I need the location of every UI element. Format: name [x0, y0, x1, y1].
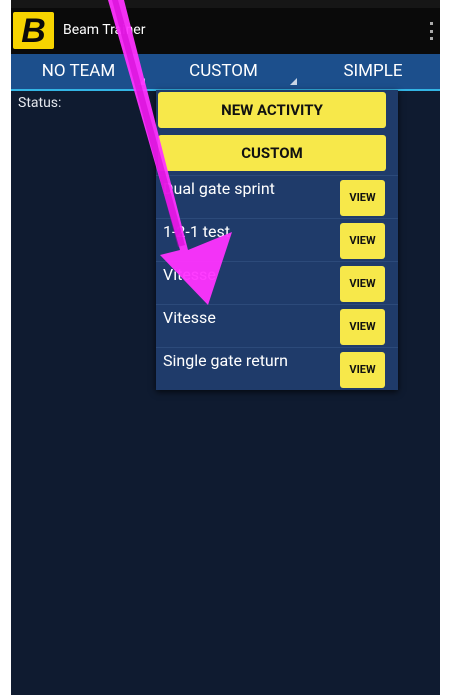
- tab-label: NO TEAM: [41, 61, 116, 81]
- tab-bar: NO TEAM CUSTOM SIMPLE: [11, 54, 440, 91]
- activity-name: Single gate return: [163, 351, 288, 370]
- tab-custom[interactable]: CUSTOM: [156, 54, 291, 89]
- beam-logo-icon[interactable]: B: [13, 12, 54, 49]
- list-item[interactable]: Vitesse VIEW: [156, 304, 398, 348]
- list-item[interactable]: Single gate return VIEW: [156, 347, 398, 391]
- status-bar: [11, 0, 440, 8]
- phone-screen: B Beam Trainer NO TEAM CUSTOM SIMPLE Sta…: [11, 0, 440, 695]
- activity-dropdown: NEW ACTIVITY CUSTOM Dual gate sprint VIE…: [156, 90, 398, 390]
- overflow-menu-icon[interactable]: [428, 22, 434, 40]
- action-bar: B Beam Trainer: [11, 8, 440, 54]
- list-item[interactable]: 1-2-1 test VIEW: [156, 218, 398, 262]
- activity-name: 1-2-1 test: [163, 222, 230, 241]
- tab-label: CUSTOM: [189, 61, 258, 81]
- tab-simple[interactable]: SIMPLE: [306, 54, 440, 89]
- tab-label: SIMPLE: [343, 61, 403, 81]
- activity-name: Vitesse: [163, 265, 216, 284]
- tab-no-team[interactable]: NO TEAM: [11, 54, 146, 89]
- activity-name: Vitesse: [163, 308, 216, 327]
- status-label: Status:: [18, 95, 62, 111]
- activity-name: Dual gate sprint: [163, 179, 275, 198]
- view-button[interactable]: VIEW: [340, 309, 385, 345]
- new-activity-button[interactable]: NEW ACTIVITY: [158, 92, 386, 128]
- list-item[interactable]: Dual gate sprint VIEW: [156, 175, 398, 219]
- app-title: Beam Trainer: [63, 22, 146, 38]
- view-button[interactable]: VIEW: [340, 266, 385, 302]
- view-button[interactable]: VIEW: [340, 180, 385, 216]
- spinner-arrow-icon: [290, 78, 297, 85]
- spinner-arrow-icon: [138, 78, 145, 85]
- custom-button[interactable]: CUSTOM: [158, 135, 386, 171]
- view-button[interactable]: VIEW: [340, 223, 385, 259]
- view-button[interactable]: VIEW: [340, 352, 385, 388]
- list-item[interactable]: Vitesse VIEW: [156, 261, 398, 305]
